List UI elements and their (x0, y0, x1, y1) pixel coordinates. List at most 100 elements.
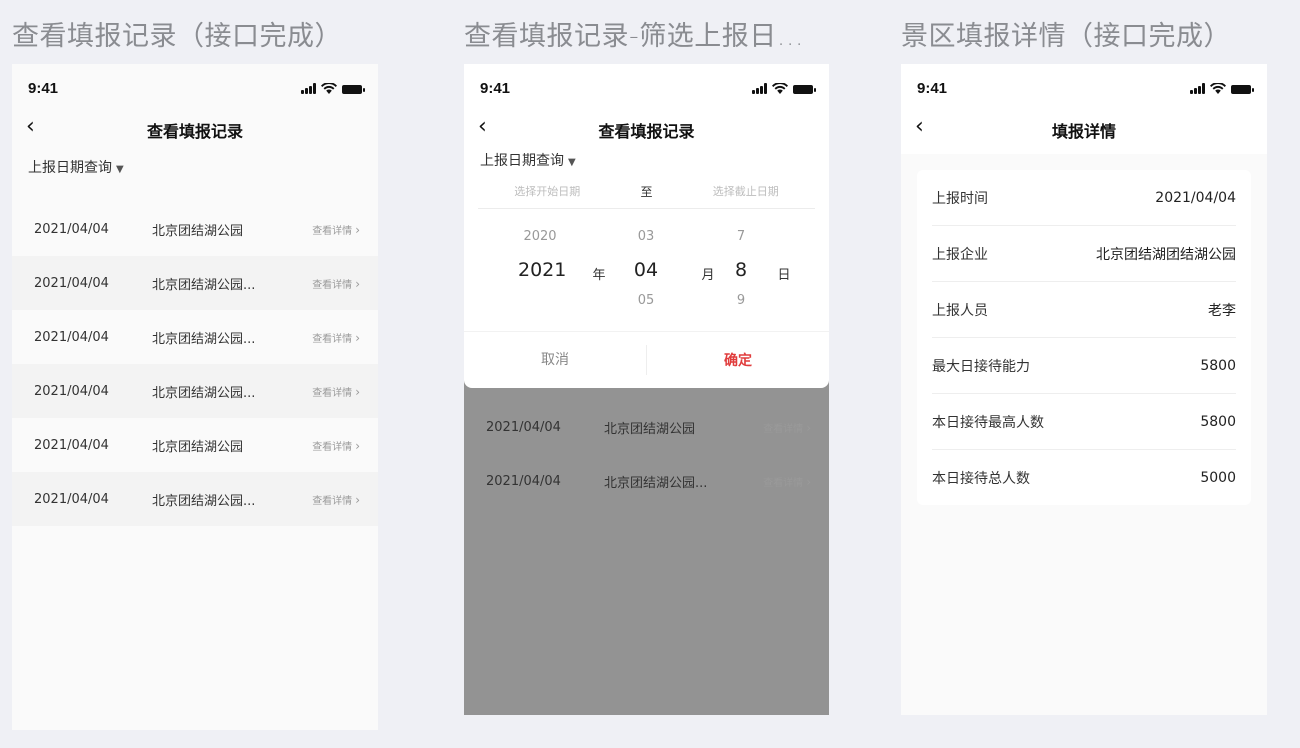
record-list-dimmed: 2021/04/04 北京团结湖公园 查看详情 › 2021/04/04 北京团结湖公园.… (464, 400, 829, 508)
field-value: 5000 (1200, 469, 1236, 486)
chevron-right-icon: › (806, 474, 811, 489)
detail-field-row: 本日接待最高人数 5800 (932, 394, 1236, 450)
date-filter-dropdown[interactable]: 上报日期查询 ▼ (12, 148, 378, 188)
date-filter-label: 上报日期查询 (28, 160, 112, 176)
day-next[interactable]: 9 (734, 293, 748, 308)
field-value: 北京团结湖团结湖公园 (1096, 246, 1236, 263)
chevron-right-icon: › (806, 420, 811, 435)
view-detail-link[interactable]: 查看详情 › (288, 330, 378, 345)
wifi-icon (321, 83, 337, 94)
row-date: 2021/04/04 (34, 491, 109, 507)
view-detail-link[interactable]: 查看详情 › (739, 420, 829, 435)
view-detail-label: 查看详情 (312, 387, 353, 399)
row-date: 2021/04/04 (34, 221, 109, 237)
row-date: 2021/04/04 (34, 275, 109, 291)
status-bar: 9:41 (464, 64, 829, 108)
view-detail-label: 查看详情 (312, 279, 353, 291)
table-row[interactable]: 2021/04/04 北京团结湖公园... 查看详情 › (12, 472, 378, 526)
row-date: 2021/04/04 (486, 419, 561, 435)
nav-bar: ‹ 填报详情 (901, 108, 1267, 154)
detail-field-row: 上报时间 2021/04/04 (932, 170, 1236, 226)
view-detail-link[interactable]: 查看详情 › (288, 492, 378, 507)
date-filter-sheet: 9:41 ‹ 查看填报记录 上报日期查询 ▼ 选择开始日期 至 选择截止日期 20… (464, 64, 829, 388)
date-wheel-picker[interactable]: 2020 2021 年 03 04 05 月 7 8 9 日 (464, 209, 829, 331)
row-date: 2021/04/04 (34, 383, 109, 399)
cellular-signal-icon (752, 83, 767, 94)
field-label: 本日接待最高人数 (932, 414, 1044, 431)
year-current[interactable]: 2021 (518, 259, 566, 281)
view-detail-link[interactable]: 查看详情 › (288, 222, 378, 237)
nav-bar: ‹ 查看填报记录 (464, 108, 829, 148)
table-row[interactable]: 2021/04/04 北京团结湖公园 查看详情 › (12, 418, 378, 472)
view-detail-link[interactable]: 查看详情 › (288, 384, 378, 399)
row-date: 2021/04/04 (34, 437, 109, 453)
range-separator: 至 (640, 184, 653, 199)
table-row[interactable]: 2021/04/04 北京团结湖公园... 查看详情 › (464, 454, 829, 508)
cellular-signal-icon (1190, 83, 1205, 94)
field-value: 5800 (1200, 357, 1236, 374)
chevron-right-icon: › (355, 492, 360, 507)
start-date-input[interactable]: 选择开始日期 (478, 183, 617, 199)
view-detail-link[interactable]: 查看详情 › (739, 474, 829, 489)
chevron-right-icon: › (355, 330, 360, 345)
status-time: 9:41 (917, 80, 948, 97)
caret-down-icon: ▼ (116, 164, 124, 175)
cancel-button[interactable]: 取消 (464, 345, 647, 375)
date-filter-dropdown[interactable]: 上报日期查询 ▼ (464, 148, 829, 174)
record-list: 2021/04/04 北京团结湖公园 查看详情 › 2021/04/04 北京团结湖公园.… (12, 202, 378, 526)
month-prev[interactable]: 03 (634, 229, 658, 244)
day-unit: 日 (777, 268, 791, 283)
detail-field-row: 最大日接待能力 5800 (932, 338, 1236, 394)
page-title: 填报详情 (1051, 122, 1116, 141)
view-detail-label: 查看详情 (763, 477, 804, 489)
phone-filter-screen: 9:41 ‹ 查看填报记录 上报日期查询 ▼ 选择开始日期 至 选择截止日期 20… (464, 64, 829, 715)
table-row[interactable]: 2021/04/04 北京团结湖公园 查看详情 › (12, 202, 378, 256)
row-park-name: 北京团结湖公园... (152, 493, 256, 509)
view-detail-label: 查看详情 (312, 441, 353, 453)
page-title: 查看填报记录 (598, 122, 695, 141)
field-label: 上报企业 (932, 246, 988, 263)
month-current[interactable]: 04 (632, 259, 660, 281)
table-row[interactable]: 2021/04/04 北京团结湖公园... 查看详情 › (12, 256, 378, 310)
field-label: 最大日接待能力 (932, 358, 1030, 375)
confirm-button[interactable]: 确定 (647, 350, 829, 370)
page-title: 查看填报记录 (146, 122, 243, 141)
caret-down-icon: ▼ (568, 157, 576, 168)
chevron-right-icon: › (355, 222, 360, 237)
field-value: 老李 (1208, 302, 1236, 319)
date-range-inputs: 选择开始日期 至 选择截止日期 (478, 174, 815, 209)
phone-list-screen: 9:41 ‹ 查看填报记录 上报日期查询 ▼ 2021/04/04 北京团结湖公园查… (12, 64, 378, 730)
table-row[interactable]: 2021/04/04 北京团结湖公园... 查看详情 › (12, 310, 378, 364)
status-time: 9:41 (480, 80, 511, 97)
day-current[interactable]: 8 (732, 259, 750, 281)
battery-icon (342, 85, 365, 94)
view-detail-label: 查看详情 (312, 225, 353, 237)
status-bar: 9:41 (901, 64, 1267, 108)
view-detail-link[interactable]: 查看详情 › (288, 438, 378, 453)
day-prev[interactable]: 7 (734, 229, 748, 244)
year-prev[interactable]: 2020 (522, 229, 558, 244)
table-row[interactable]: 2021/04/04 北京团结湖公园 查看详情 › (464, 400, 829, 454)
nav-bar: ‹ 查看填报记录 (12, 108, 378, 148)
picker-actions: 取消 确定 (464, 331, 829, 388)
row-park-name: 北京团结湖公园... (152, 331, 256, 347)
row-date: 2021/04/04 (486, 473, 561, 489)
chevron-right-icon: › (355, 276, 360, 291)
field-label: 上报时间 (932, 190, 988, 207)
row-park-name: 北京团结湖公园 (604, 421, 696, 437)
row-park-name: 北京团结湖公园 (152, 439, 244, 455)
row-park-name: 北京团结湖公园 (152, 223, 244, 239)
view-detail-link[interactable]: 查看详情 › (288, 276, 378, 291)
status-time: 9:41 (28, 80, 59, 97)
month-next[interactable]: 05 (634, 293, 658, 308)
year-unit: 年 (592, 268, 606, 283)
month-unit: 月 (701, 268, 715, 283)
detail-field-row: 上报人员 老李 (932, 282, 1236, 338)
board-title-list: 查看填报记录（接口完成） (12, 21, 342, 52)
end-date-input[interactable]: 选择截止日期 (677, 183, 816, 199)
field-label: 上报人员 (932, 302, 988, 319)
cellular-signal-icon (301, 83, 316, 94)
table-row[interactable]: 2021/04/04 北京团结湖公园... 查看详情 › (12, 364, 378, 418)
status-bar: 9:41 (12, 64, 378, 108)
field-value: 2021/04/04 (1155, 189, 1236, 206)
